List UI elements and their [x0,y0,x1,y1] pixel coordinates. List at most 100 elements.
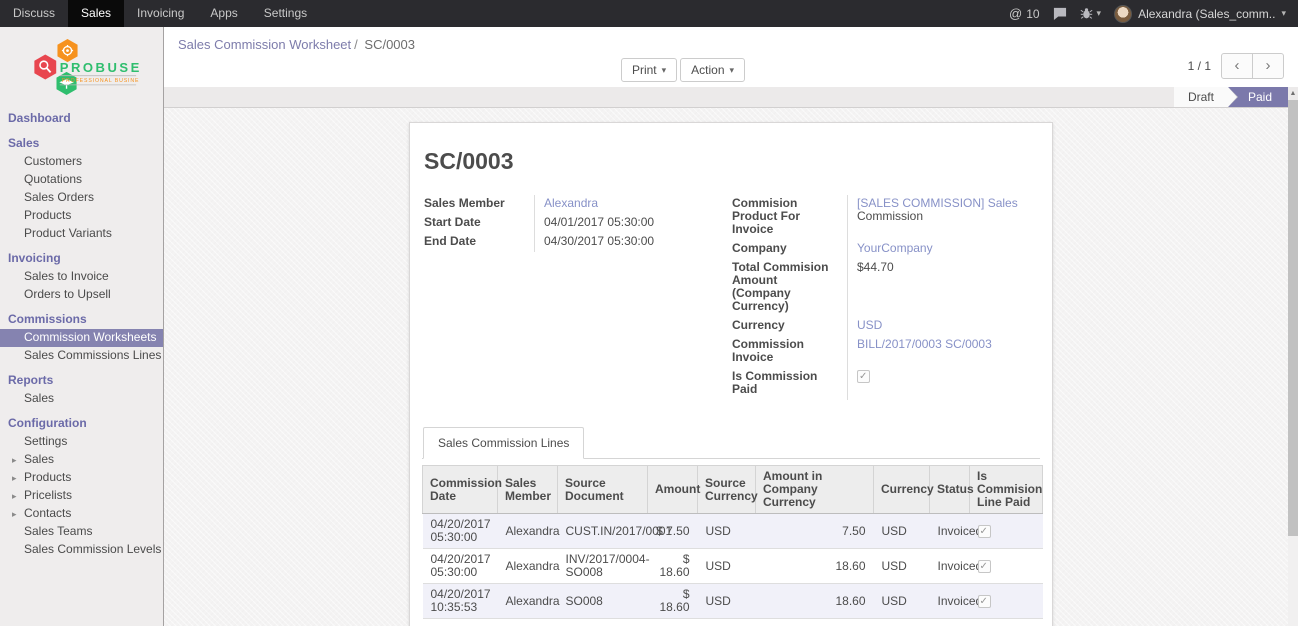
action-button[interactable]: Action▾ [680,58,745,82]
table-row[interactable]: 04/20/2017 05:30:00 Alexandra CUST.IN/20… [423,514,1043,549]
sidebar-item-sales-commission-levels[interactable]: Sales Commission Levels [0,541,163,559]
sidebar: PROBUSE PROFESSIONAL BUSINESS Dashboard … [0,27,164,626]
sidebar-item-commission-worksheets[interactable]: Commission Worksheets [0,329,163,347]
field-label-commission-invoice: Commission Invoice [732,336,847,368]
sidebar-item-products[interactable]: Products [0,207,163,225]
nav-invoicing[interactable]: Invoicing [124,0,197,27]
field-value-sales-member[interactable]: Alexandra [544,196,598,210]
sidebar-item-config-sales[interactable]: ▸Sales [0,451,163,469]
activity-at-icon: @ [1009,6,1022,21]
cell-date: 04/20/2017 05:30:00 [423,514,498,549]
cell-company-amount: 7.50 [756,514,874,549]
field-label-total-commission: Total Commision Amount (Company Currency… [732,259,847,317]
breadcrumb-current: SC/0003 [364,37,415,52]
breadcrumb-separator: / [351,37,361,52]
sidebar-section-sales[interactable]: Sales [0,133,163,153]
breadcrumb-parent-link[interactable]: Sales Commission Worksheet [178,37,351,52]
sidebar-item-contacts[interactable]: ▸ Contacts [0,505,163,523]
sidebar-section-invoicing[interactable]: Invoicing [0,248,163,268]
sidebar-item-label: Contacts [24,506,71,520]
cell-currency: USD [874,514,930,549]
print-label: Print [632,63,657,77]
cell-date: 04/20/2017 10:35:53 [423,584,498,619]
sidebar-item-settings[interactable]: Settings [0,433,163,451]
caret-down-icon: ▾ [1281,8,1286,19]
vertical-scrollbar[interactable]: ▲ [1288,87,1298,626]
sidebar-section-configuration[interactable]: Configuration [0,413,163,433]
control-panel: Sales Commission Worksheet/ SC/0003 Prin… [164,27,1298,87]
col-source-document: Source Document [558,466,648,514]
check-icon: ✓ [980,595,988,608]
sidebar-item-sales-teams[interactable]: Sales Teams [0,523,163,541]
sidebar-item-customers[interactable]: Customers [0,153,163,171]
user-menu[interactable]: Alexandra (Sales_comm.. ▾ [1114,5,1286,23]
avatar [1114,5,1132,23]
field-value-company[interactable]: YourCompany [857,241,933,255]
col-commission-date: Commission Date [423,466,498,514]
field-value-commission-product-text: Commission [857,209,923,223]
cell-status: Invoiced [930,549,970,584]
nav-sales[interactable]: Sales [68,0,124,27]
cell-source: SO008 [558,584,648,619]
sidebar-item-sales-commissions-lines[interactable]: Sales Commissions Lines [0,347,163,365]
nav-apps[interactable]: Apps [197,0,250,27]
table-row[interactable]: 04/20/2017 05:30:00 Alexandra INV/2017/0… [423,549,1043,584]
table-row[interactable]: 04/20/2017 10:35:53 Alexandra SO008 $ 18… [423,584,1043,619]
field-value-currency[interactable]: USD [857,318,882,332]
nav-settings[interactable]: Settings [251,0,320,27]
cell-line-paid: ✓ [970,549,1043,584]
caret-down-icon: ▾ [662,65,667,76]
activity-menu[interactable]: @ 10 [1009,6,1040,21]
notebook-tabs: Sales Commission Lines [422,427,1040,459]
sidebar-item-sales-orders[interactable]: Sales Orders [0,189,163,207]
user-name: Alexandra (Sales_comm.. [1138,7,1275,21]
cell-status: Invoiced [930,584,970,619]
field-value-commission-product-link[interactable]: [SALES COMMISSION] Sales [857,196,1018,210]
scroll-up-button[interactable]: ▲ [1288,87,1298,100]
statusbar: Draft Paid [164,87,1288,108]
field-label-company: Company [732,240,847,259]
status-stage-draft[interactable]: Draft [1174,87,1228,107]
cell-currency: USD [874,584,930,619]
nav-discuss[interactable]: Discuss [0,0,68,27]
pager-next-button[interactable]: › [1252,53,1284,79]
tab-sales-commission-lines[interactable]: Sales Commission Lines [423,427,584,459]
cell-source-currency: USD [698,514,756,549]
sidebar-item-reports-sales[interactable]: Sales [0,390,163,408]
field-value-commission-invoice[interactable]: BILL/2017/0003 SC/0003 [857,337,992,351]
sidebar-item-sales-to-invoice[interactable]: Sales to Invoice [0,268,163,286]
line-paid-checkbox: ✓ [978,560,991,573]
sidebar-item-quotations[interactable]: Quotations [0,171,163,189]
sidebar-item-product-variants[interactable]: Product Variants [0,225,163,243]
field-value-start-date: 04/01/2017 05:30:00 [534,214,722,233]
sidebar-item-pricelists[interactable]: ▸Pricelists [0,487,163,505]
sidebar-item-orders-to-upsell[interactable]: Orders to Upsell [0,286,163,304]
table-header-row: Commission Date Sales Member Source Docu… [423,466,1043,514]
is-commission-paid-checkbox: ✓ [857,370,870,383]
caret-right-icon: ▸ [12,508,17,521]
action-label: Action [691,63,724,77]
col-amount: Amount [648,466,698,514]
messages-menu[interactable] [1053,7,1067,20]
sidebar-section-reports[interactable]: Reports [0,370,163,390]
scrollbar-thumb[interactable] [1288,100,1298,536]
field-label-end-date: End Date [424,233,534,252]
check-icon: ✓ [980,560,988,573]
sidebar-item-config-products[interactable]: ▸Products [0,469,163,487]
table-spacer-row [423,619,1043,626]
cell-company-amount: 18.60 [756,549,874,584]
form-sheet: SC/0003 Sales Member Alexandra Start Dat… [409,122,1053,626]
cell-line-paid: ✓ [970,514,1043,549]
print-button[interactable]: Print ▾ [621,58,677,82]
sidebar-section-commissions[interactable]: Commissions [0,309,163,329]
caret-right-icon: ▸ [12,472,17,485]
activity-count: 10 [1026,7,1039,21]
planner-menu[interactable]: ▾ [1080,7,1102,20]
field-label-currency: Currency [732,317,847,336]
col-amount-company-currency: Amount in Company Currency [756,466,874,514]
sidebar-section-dashboard[interactable]: Dashboard [0,108,163,128]
field-label-commission-product: Commision Product For Invoice [732,195,847,240]
commission-lines-table: Commission Date Sales Member Source Docu… [422,465,1043,626]
cell-amount: $ 18.60 [648,549,698,584]
pager-previous-button[interactable]: ‹ [1221,53,1253,79]
